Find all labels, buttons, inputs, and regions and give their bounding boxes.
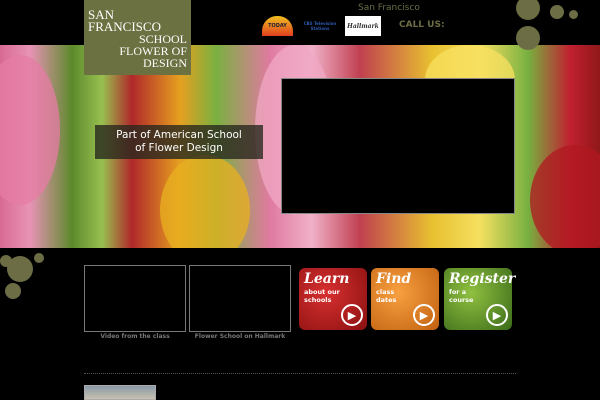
- arrow-right-icon: ▶: [486, 304, 508, 326]
- decor-circle: [7, 256, 33, 282]
- learn-button[interactable]: Learn about our schools ▶: [299, 268, 367, 330]
- cbs-logo: CBS Television Stations: [303, 21, 337, 31]
- video-caption: Video from the class: [100, 333, 170, 340]
- arrow-right-icon: ▶: [341, 304, 363, 326]
- location-label: San Francisco: [358, 3, 420, 13]
- promo-title: Find: [376, 271, 412, 287]
- decor-circle: [5, 283, 21, 299]
- promo-subtitle: for a course: [449, 288, 474, 304]
- decor-circle: [34, 253, 44, 263]
- class-video[interactable]: [84, 265, 186, 332]
- promo-subtitle: about our schools: [304, 288, 340, 304]
- hallmark-logo: Hallmark: [345, 16, 381, 36]
- hallmark-video[interactable]: [189, 265, 291, 332]
- tagline-line: of Flower Design: [135, 142, 223, 154]
- logo-line: Design: [143, 56, 187, 70]
- logo-line: San Francisco: [88, 7, 161, 34]
- divider: [84, 373, 516, 374]
- promo-title: Learn: [304, 271, 350, 287]
- arrow-right-icon: ▶: [413, 304, 435, 326]
- site-logo[interactable]: San Francisco School Flower of Design: [84, 0, 191, 75]
- video-caption: Flower School on Hallmark: [194, 333, 286, 340]
- video-player[interactable]: [281, 78, 515, 214]
- promo-subtitle: class dates: [376, 288, 397, 304]
- hero-tagline: Part of American School of Flower Design: [95, 125, 263, 159]
- call-us-label: CALL US:: [399, 20, 445, 30]
- find-button[interactable]: Find class dates ▶: [371, 268, 439, 330]
- register-button[interactable]: Register for a course ▶: [444, 268, 516, 330]
- instructor-photo: [84, 385, 156, 400]
- decor-circle: [569, 10, 578, 19]
- tagline-line: Part of American School: [116, 129, 242, 141]
- decor-circle: [550, 5, 564, 19]
- promo-title: Register: [449, 271, 516, 287]
- decor-circle: [516, 26, 540, 50]
